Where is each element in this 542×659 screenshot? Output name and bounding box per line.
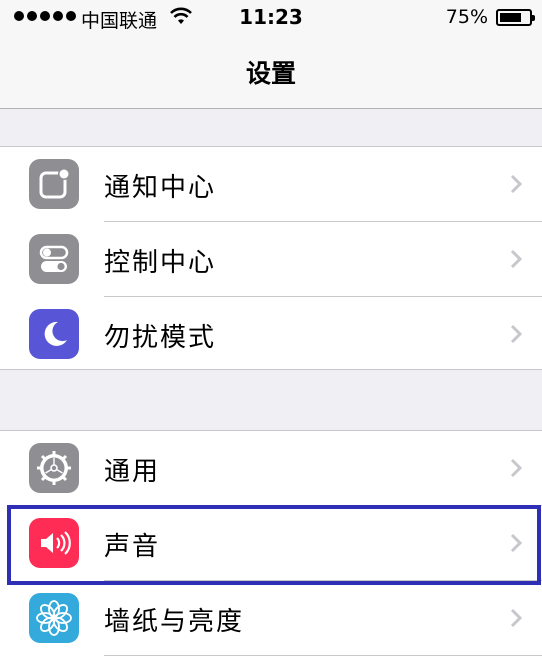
battery-percentage: 75%: [445, 6, 488, 28]
status-bar: 中国联通 11:23 75%: [0, 0, 542, 36]
chevron-right-icon: [510, 174, 522, 194]
settings-item-control-center[interactable]: 控制中心: [0, 222, 542, 297]
navigation-bar: 设置: [0, 36, 542, 109]
settings-item-label: 墙纸与亮度: [104, 607, 245, 637]
settings-item-label: 通知中心: [104, 173, 217, 203]
chevron-right-icon: [510, 533, 522, 553]
settings-group-2: 通用 声音 墙纸与亮度: [0, 430, 542, 659]
notification-center-icon: [29, 159, 79, 209]
settings-group-1: 通知中心 控制中心 勿扰模式: [0, 146, 542, 370]
settings-item-notification-center[interactable]: 通知中心: [0, 147, 542, 222]
settings-item-sounds[interactable]: 声音: [0, 506, 542, 581]
general-gear-icon: [29, 443, 79, 493]
settings-item-label: 控制中心: [104, 248, 217, 278]
chevron-right-icon: [510, 324, 522, 344]
chevron-right-icon: [510, 458, 522, 478]
control-center-icon: [29, 234, 79, 284]
settings-item-general[interactable]: 通用: [0, 431, 542, 506]
sounds-speaker-icon: [29, 518, 79, 568]
chevron-right-icon: [510, 608, 522, 628]
settings-item-label: 勿扰模式: [104, 323, 217, 353]
settings-item-label: 声音: [104, 532, 161, 562]
settings-item-do-not-disturb[interactable]: 勿扰模式: [0, 297, 542, 372]
battery-icon: [496, 9, 535, 26]
do-not-disturb-moon-icon: [29, 309, 79, 359]
settings-item-label: 通用: [104, 457, 161, 487]
settings-item-wallpaper-brightness[interactable]: 墙纸与亮度: [0, 581, 542, 656]
page-title: 设置: [245, 59, 296, 88]
wallpaper-flower-icon: [29, 593, 79, 643]
chevron-right-icon: [510, 249, 522, 269]
